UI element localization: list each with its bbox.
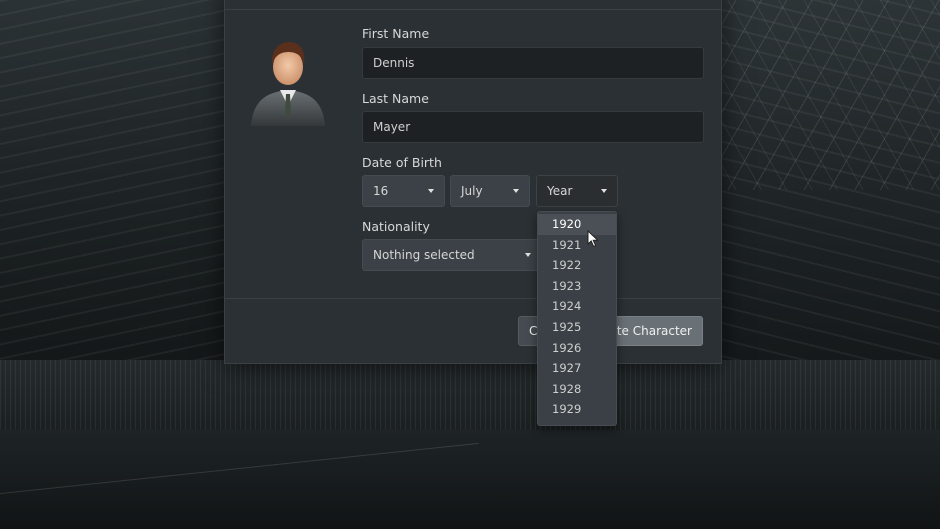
- year-option[interactable]: 1926: [538, 338, 616, 359]
- nationality-value: Nothing selected: [373, 248, 475, 262]
- last-name-field[interactable]: [362, 111, 704, 143]
- year-option[interactable]: 1929: [538, 399, 616, 420]
- last-name-label: Last Name: [362, 91, 429, 106]
- modal-footer-divider: [225, 298, 721, 299]
- year-option[interactable]: 1924: [538, 296, 616, 317]
- dob-year-value: Year: [547, 184, 573, 198]
- dob-month-value: July: [461, 184, 483, 198]
- chevron-down-icon: [428, 189, 434, 193]
- mouse-pointer-icon: [587, 230, 599, 248]
- dob-day-value: 16: [373, 184, 389, 198]
- nationality-select[interactable]: Nothing selected: [362, 239, 542, 271]
- stadium-stands-left: [0, 0, 240, 400]
- businessman-avatar-icon: [251, 42, 325, 126]
- chevron-down-icon: [601, 189, 607, 193]
- chevron-down-icon: [513, 189, 519, 193]
- year-option[interactable]: 1922: [538, 255, 616, 276]
- dob-year-select[interactable]: Year: [536, 175, 618, 207]
- first-name-field[interactable]: [362, 47, 704, 79]
- first-name-label: First Name: [362, 26, 430, 41]
- create-character-button[interactable]: te Character: [603, 316, 703, 346]
- stadium-pitch: [0, 430, 940, 529]
- date-of-birth-label: Date of Birth: [362, 155, 442, 170]
- year-option[interactable]: 1928: [538, 379, 616, 400]
- year-option[interactable]: 1923: [538, 276, 616, 297]
- stadium-roof: [710, 0, 940, 190]
- nationality-label: Nationality: [362, 219, 430, 234]
- create-character-button-label: te Character: [616, 324, 692, 338]
- chevron-down-icon: [525, 253, 531, 257]
- dob-month-select[interactable]: July: [450, 175, 530, 207]
- year-dropdown-menu: 1920 1921 1922 1923 1924 1925 1926 1927 …: [537, 211, 617, 426]
- year-option[interactable]: 1927: [538, 358, 616, 379]
- year-option[interactable]: 1925: [538, 317, 616, 338]
- year-option[interactable]: 1920: [538, 214, 616, 235]
- dob-day-select[interactable]: 16: [362, 175, 445, 207]
- modal-header-divider: [225, 9, 721, 10]
- year-option[interactable]: 1921: [538, 235, 616, 256]
